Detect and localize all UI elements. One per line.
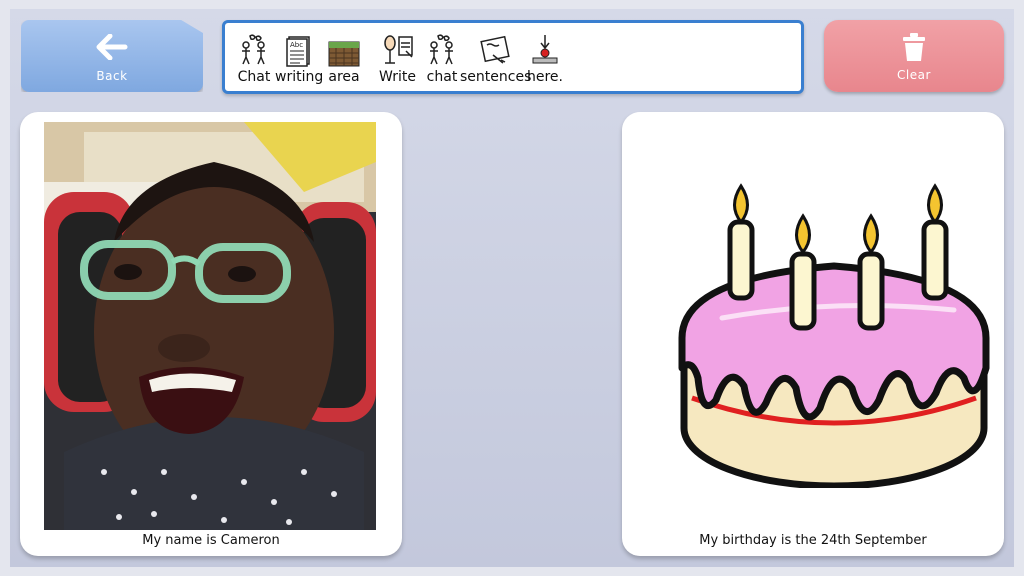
trash-bin-icon (901, 32, 927, 66)
field-area-icon (328, 29, 360, 67)
chat-word[interactable]: area (328, 29, 360, 85)
back-button[interactable]: Back (21, 20, 203, 92)
sentence-paper-icon (460, 29, 531, 67)
arrow-left-icon (96, 33, 128, 64)
svg-text:Abc: Abc (290, 41, 303, 49)
chat-writing-area[interactable]: Chat Abc writing area Write chat sentenc… (222, 20, 804, 94)
two-people-talking-icon (237, 29, 271, 67)
here-pointer-icon (527, 29, 563, 67)
chat-word[interactable]: Chat (237, 29, 271, 85)
birthday-card[interactable]: My birthday is the 24th September (622, 112, 1004, 556)
chat-word[interactable]: chat (425, 29, 459, 85)
chat-word[interactable]: sentences (460, 29, 531, 85)
back-label: Back (96, 69, 128, 83)
two-people-talking-icon (425, 29, 459, 67)
chat-word[interactable]: here. (527, 29, 563, 85)
name-card[interactable]: My name is Cameron (20, 112, 402, 556)
clear-label: Clear (897, 68, 931, 82)
clear-button[interactable]: Clear (824, 20, 1004, 92)
birthday-cake-icon (674, 178, 994, 492)
birthday-caption: My birthday is the 24th September (699, 533, 927, 548)
chat-word[interactable]: Write (379, 29, 416, 85)
chat-word[interactable]: Abc writing (275, 29, 323, 85)
person-writing-icon (379, 29, 416, 67)
name-caption: My name is Cameron (142, 533, 280, 548)
document-icon: Abc (275, 29, 323, 67)
profile-photo (44, 122, 376, 530)
